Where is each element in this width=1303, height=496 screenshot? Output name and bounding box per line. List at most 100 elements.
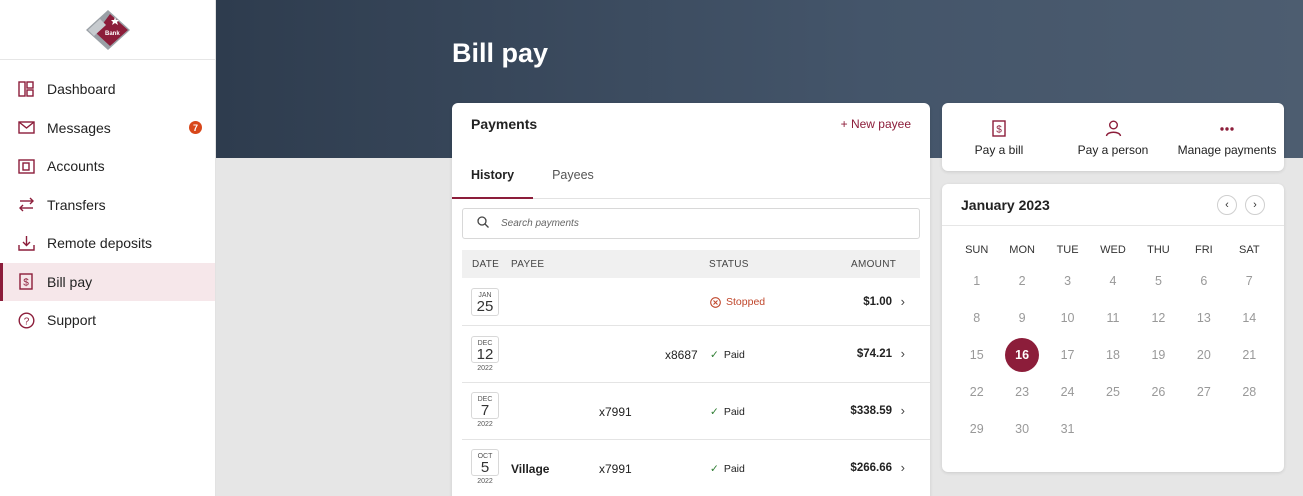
calendar-day[interactable]: 12 xyxy=(1136,299,1181,336)
calendar-day[interactable]: 9 xyxy=(999,299,1044,336)
payments-header: Payments + New payee xyxy=(452,103,930,145)
search-input[interactable]: Search payments xyxy=(501,218,579,229)
calendar-day-number: 22 xyxy=(969,384,984,399)
calendar-day[interactable]: 22 xyxy=(954,373,999,410)
status-paid: ✓ Paid xyxy=(710,406,745,418)
weekday-label: THU xyxy=(1147,244,1170,256)
calendar-day[interactable]: 27 xyxy=(1181,373,1226,410)
payee-account: x8687 xyxy=(665,348,698,362)
calendar-day[interactable]: 18 xyxy=(1090,336,1135,373)
calendar-day[interactable]: 3 xyxy=(1045,262,1090,299)
search-payments-field[interactable]: Search payments xyxy=(462,208,920,239)
calendar-card: January 2023 ‹ › SUN MON TUE WED THU FRI SAT 1 2… xyxy=(942,184,1284,472)
column-amount[interactable]: AMOUNT xyxy=(851,259,896,270)
column-status[interactable]: STATUS xyxy=(709,259,749,270)
calendar-day[interactable]: 6 xyxy=(1181,262,1226,299)
sidebar-item-remote-deposits[interactable]: Remote deposits xyxy=(0,224,215,263)
chevron-right-icon[interactable]: › xyxy=(901,460,905,475)
svg-text:$: $ xyxy=(23,278,29,289)
payment-row[interactable]: OCT 5 2022 Village x7991 ✓ Paid $266.66 … xyxy=(462,440,930,496)
date-year: 2022 xyxy=(477,421,493,428)
sidebar-item-support[interactable]: ? Support xyxy=(0,301,215,340)
pay-a-bill-button[interactable]: $ Pay a bill xyxy=(942,103,1056,171)
weekday-label: FRI xyxy=(1194,244,1213,256)
calendar-day-number: 27 xyxy=(1196,384,1211,399)
payment-row[interactable]: DEC 7 2022 x7991 ✓ Paid $338.59 › xyxy=(462,383,930,440)
calendar-day-number: 3 xyxy=(1064,273,1072,288)
calendar-day[interactable]: 13 xyxy=(1181,299,1226,336)
calendar-day[interactable]: 29 xyxy=(954,410,999,447)
bank-logo[interactable]: Bank xyxy=(84,8,132,52)
payments-title: Payments xyxy=(471,116,538,132)
calendar-day-number: 10 xyxy=(1060,310,1075,325)
check-icon: ✓ xyxy=(710,463,719,475)
chevron-right-icon[interactable]: › xyxy=(901,346,905,361)
status-paid: ✓ Paid xyxy=(710,349,745,361)
calendar-day[interactable]: 19 xyxy=(1136,336,1181,373)
tab-payees[interactable]: Payees xyxy=(533,151,613,198)
bill-icon: $ xyxy=(992,118,1006,140)
column-date[interactable]: DATE xyxy=(472,259,499,270)
payment-row[interactable]: JAN 25 Stopped $1.00 › xyxy=(462,278,930,326)
calendar-day[interactable]: 7 xyxy=(1227,262,1272,299)
calendar-day[interactable]: 23 xyxy=(999,373,1044,410)
calendar-day[interactable]: 10 xyxy=(1045,299,1090,336)
stopped-icon xyxy=(710,296,721,308)
next-month-button[interactable]: › xyxy=(1245,194,1265,215)
calendar-day-number: 15 xyxy=(969,347,984,362)
payment-row[interactable]: DEC 12 2022 x8687 ✓ Paid $74.21 › xyxy=(462,326,930,383)
calendar-day-selected[interactable]: 16 xyxy=(999,336,1044,373)
sidebar-item-dashboard[interactable]: Dashboard xyxy=(0,70,215,109)
pay-a-person-button[interactable]: Pay a person xyxy=(1056,103,1170,171)
sidebar-item-bill-pay[interactable]: $ Bill pay xyxy=(0,262,215,301)
calendar-day[interactable]: 24 xyxy=(1045,373,1090,410)
calendar-day[interactable]: 14 xyxy=(1227,299,1272,336)
calendar-day[interactable]: 5 xyxy=(1136,262,1181,299)
sidebar-item-accounts[interactable]: Accounts xyxy=(0,147,215,186)
calendar-day[interactable]: 11 xyxy=(1090,299,1135,336)
weekday-label: TUE xyxy=(1056,244,1079,256)
date-day: 12 xyxy=(476,346,494,363)
quick-actions-card: $ Pay a bill Pay a person Manage payment… xyxy=(942,103,1284,171)
calendar-day[interactable]: 4 xyxy=(1090,262,1135,299)
calendar-day[interactable]: 20 xyxy=(1181,336,1226,373)
column-payee[interactable]: PAYEE xyxy=(511,259,544,270)
calendar-day-number: 1 xyxy=(973,273,981,288)
sidebar-item-label: Dashboard xyxy=(47,81,116,98)
calendar-day[interactable]: 2 xyxy=(999,262,1044,299)
tab-history[interactable]: History xyxy=(452,151,534,199)
calendar-day[interactable]: 30 xyxy=(999,410,1044,447)
chevron-right-icon[interactable]: › xyxy=(901,403,905,418)
calendar-day-number: 8 xyxy=(973,310,981,325)
sidebar-item-messages[interactable]: Messages 7 xyxy=(0,109,215,148)
status-label: Paid xyxy=(723,406,745,418)
person-icon xyxy=(1105,118,1122,140)
previous-month-button[interactable]: ‹ xyxy=(1217,194,1237,215)
payee-account: x7991 xyxy=(599,405,632,419)
payments-table-header: DATE PAYEE STATUS AMOUNT xyxy=(462,250,920,278)
calendar-day[interactable]: 1 xyxy=(954,262,999,299)
calendar-day-number: 28 xyxy=(1242,384,1257,399)
bill-icon: $ xyxy=(17,273,35,291)
calendar-day[interactable]: 31 xyxy=(1045,410,1090,447)
date-day: 7 xyxy=(480,402,490,419)
calendar-day-number: 23 xyxy=(1015,384,1030,399)
calendar-day-number: 19 xyxy=(1151,347,1166,362)
calendar-day[interactable]: 21 xyxy=(1227,336,1272,373)
calendar-day[interactable]: 17 xyxy=(1045,336,1090,373)
calendar-day[interactable]: 25 xyxy=(1090,373,1135,410)
page-title: Bill pay xyxy=(452,38,549,68)
manage-payments-button[interactable]: Manage payments xyxy=(1170,103,1284,171)
calendar-day[interactable]: 8 xyxy=(954,299,999,336)
new-payee-link[interactable]: + New payee xyxy=(841,117,911,131)
chevron-right-icon[interactable]: › xyxy=(901,294,905,309)
date-badge: OCT 5 xyxy=(471,449,499,476)
calendar-day[interactable]: 28 xyxy=(1227,373,1272,410)
action-label: Pay a person xyxy=(1077,142,1149,157)
weekday-label: SUN xyxy=(965,244,989,256)
payments-card: Payments + New payee History Payees Sear… xyxy=(452,103,930,496)
sidebar-item-transfers[interactable]: Transfers xyxy=(0,186,215,225)
calendar-day[interactable]: 15 xyxy=(954,336,999,373)
calendar-day[interactable]: 26 xyxy=(1136,373,1181,410)
sidebar-item-label: Remote deposits xyxy=(47,235,153,252)
